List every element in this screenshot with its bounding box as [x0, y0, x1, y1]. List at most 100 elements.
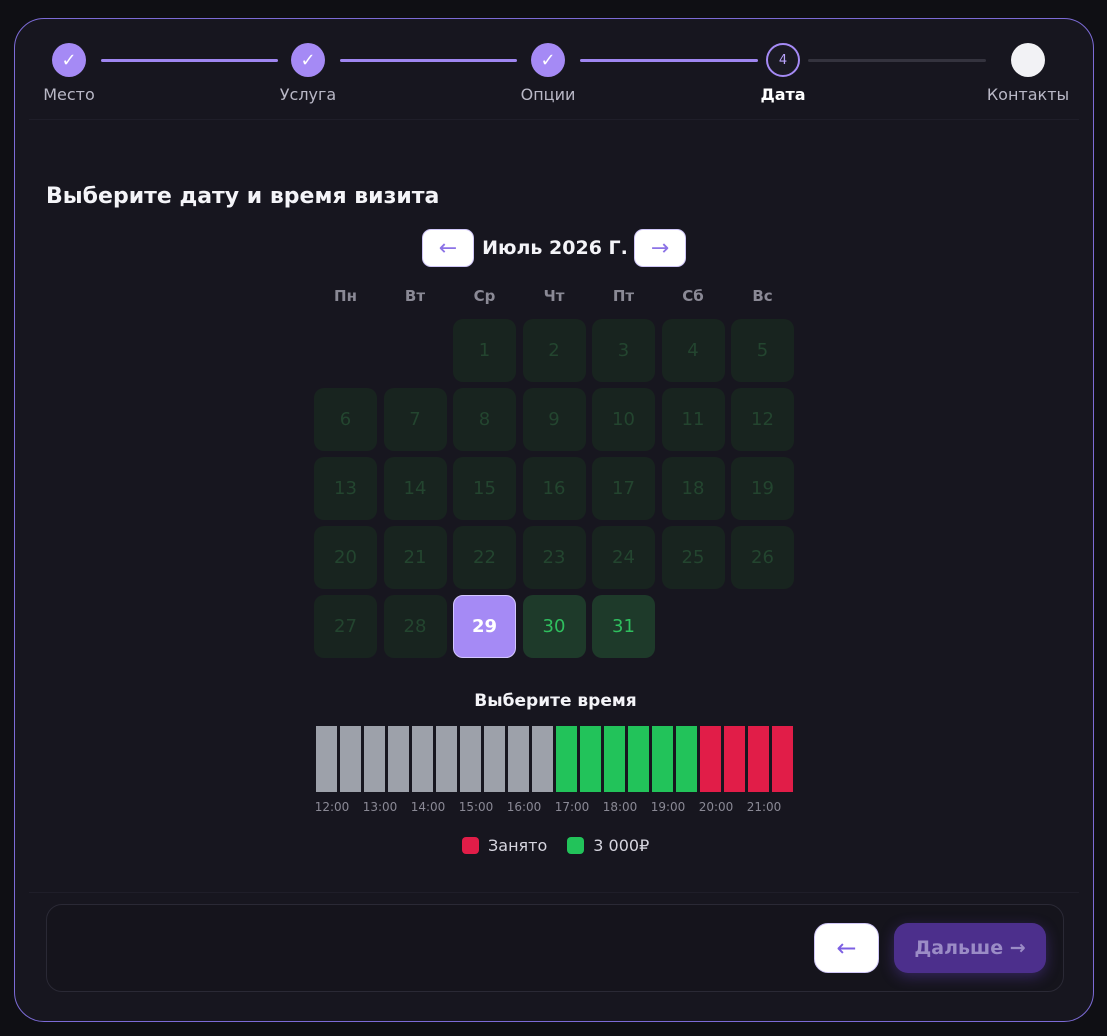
step-3-check-icon: ✓ — [531, 43, 565, 77]
step-label-contacts: Контакты — [986, 85, 1070, 104]
step-4-indicator: 4 — [766, 43, 800, 77]
step-label-service: Услуга — [279, 85, 337, 104]
time-slot-bar — [316, 726, 793, 792]
stepper-connector — [808, 59, 986, 62]
time-slot-free[interactable] — [556, 726, 577, 792]
time-slot-past — [484, 726, 505, 792]
time-slot-busy — [772, 726, 793, 792]
progress-stepper: ✓ ✓ ✓ 4 Место Услуга Опции Дата Контакты — [15, 19, 1093, 119]
calendar-blank — [384, 319, 447, 382]
calendar-day: 22 — [453, 526, 516, 589]
legend-free: 3 000₽ — [567, 836, 649, 855]
divider — [29, 892, 1079, 893]
hour-label: 19:00 — [650, 800, 686, 814]
time-slot-free[interactable] — [628, 726, 649, 792]
free-swatch — [567, 837, 585, 854]
calendar-day: 9 — [522, 388, 586, 451]
hour-label: 20:00 — [698, 800, 734, 814]
calendar-day: 19 — [731, 457, 794, 520]
calendar-day: 23 — [522, 526, 586, 589]
time-slot-busy — [700, 726, 721, 792]
calendar-day: 26 — [731, 526, 794, 589]
time-slot-free[interactable] — [580, 726, 601, 792]
hour-label: 16:00 — [506, 800, 542, 814]
next-button[interactable]: Дальше → — [894, 923, 1046, 973]
calendar-day: 6 — [314, 388, 377, 451]
calendar-day: 2 — [522, 319, 586, 382]
back-button[interactable]: ← — [814, 923, 879, 973]
calendar-day: 21 — [383, 526, 447, 589]
weekday-header: Пн Вт Ср Чт Пт Сб Вс — [314, 287, 797, 307]
legend-price-label: 3 000₽ — [593, 836, 650, 855]
legend-busy-label: Занято — [488, 836, 548, 855]
step-1-check-icon: ✓ — [52, 43, 86, 77]
calendar-day: 15 — [453, 457, 516, 520]
calendar-day[interactable]: 31 — [592, 595, 655, 658]
calendar-day: 16 — [522, 457, 586, 520]
weekday-label: Ср — [473, 287, 496, 305]
step-2-check-icon: ✓ — [291, 43, 325, 77]
month-navigator: ← Июль 2026 Г. → — [422, 229, 688, 267]
calendar-day: 8 — [453, 388, 516, 451]
stepper-connector — [340, 59, 517, 62]
time-slot-free[interactable] — [652, 726, 673, 792]
stepper-connector — [580, 59, 758, 62]
footer-bar: ← Дальше → — [46, 904, 1064, 992]
calendar-day: 14 — [383, 457, 447, 520]
weekday-label: Пн — [334, 287, 357, 305]
page-title: Выберите дату и время визита — [46, 184, 440, 209]
time-slot-past — [340, 726, 361, 792]
weekday-label: Сб — [682, 287, 704, 305]
time-slot-past — [364, 726, 385, 792]
divider — [29, 119, 1079, 120]
calendar-day: 25 — [661, 526, 725, 589]
hour-label: 17:00 — [554, 800, 590, 814]
booking-panel: ✓ ✓ ✓ 4 Место Услуга Опции Дата Контакты… — [14, 18, 1094, 1022]
time-section-title: Выберите время — [474, 691, 637, 711]
legend-busy: Занято — [462, 836, 547, 855]
calendar-day: 18 — [661, 457, 725, 520]
hour-label: 18:00 — [602, 800, 638, 814]
time-slot-past — [508, 726, 529, 792]
calendar-day: 24 — [592, 526, 655, 589]
time-slot-past — [388, 726, 409, 792]
calendar-day: 5 — [731, 319, 794, 382]
time-slot-past — [532, 726, 553, 792]
time-slot-free[interactable] — [604, 726, 625, 792]
calendar-blank — [314, 319, 377, 382]
step-label-options: Опции — [520, 85, 576, 104]
time-slot-busy — [748, 726, 769, 792]
weekday-label: Чт — [543, 287, 565, 305]
hour-label: 12:00 — [314, 800, 350, 814]
hour-label: 15:00 — [458, 800, 494, 814]
calendar-day: 28 — [383, 595, 447, 658]
calendar-day-selected[interactable]: 29 — [453, 595, 516, 658]
time-slot-past — [412, 726, 433, 792]
calendar-grid: Пн Вт Ср Чт Пт Сб Вс 1 2 3 4 5 6 7 8 9 10 11 12 13 14 15 16 17… — [314, 287, 797, 658]
time-slot-past — [436, 726, 457, 792]
step-label-date: Дата — [760, 85, 806, 104]
weekday-label: Вт — [404, 287, 426, 305]
calendar-day[interactable]: 30 — [522, 595, 586, 658]
calendar-day: 13 — [314, 457, 377, 520]
hour-label: 14:00 — [410, 800, 446, 814]
time-slot-free[interactable] — [676, 726, 697, 792]
step-5-indicator — [1011, 43, 1045, 77]
time-slot-past — [316, 726, 337, 792]
calendar-day: 20 — [314, 526, 377, 589]
time-slot-busy — [724, 726, 745, 792]
calendar-day: 3 — [592, 319, 655, 382]
calendar-day: 10 — [592, 388, 655, 451]
hour-axis: 12:00 13:00 14:00 15:00 16:00 17:00 18:00 19:00… — [314, 800, 796, 816]
stepper-connector — [101, 59, 278, 62]
calendar-day: 4 — [661, 319, 725, 382]
calendar-day: 12 — [731, 388, 794, 451]
calendar-day: 1 — [453, 319, 516, 382]
legend: Занято 3 000₽ — [462, 836, 661, 855]
calendar-day: 11 — [661, 388, 725, 451]
weekday-label: Пт — [612, 287, 635, 305]
calendar-day: 17 — [592, 457, 655, 520]
hour-label: 13:00 — [362, 800, 398, 814]
time-slot-past — [460, 726, 481, 792]
next-month-button[interactable]: → — [634, 229, 686, 267]
